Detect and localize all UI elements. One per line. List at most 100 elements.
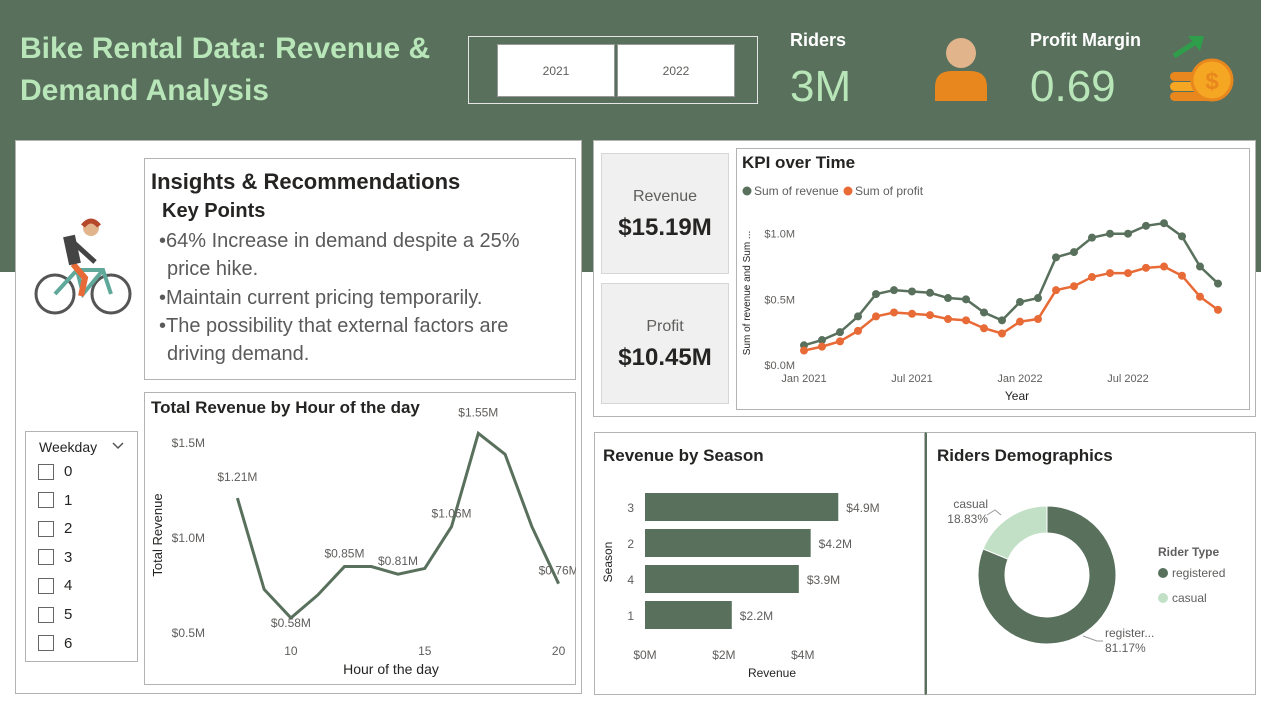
data-label: $3.9M xyxy=(807,573,840,587)
cyclist-icon xyxy=(34,218,132,315)
y-tick-label: $0.5M xyxy=(172,626,205,640)
weekday-option-6[interactable]: 6 xyxy=(38,635,72,652)
weekday-option-1[interactable]: 1 xyxy=(38,492,72,509)
data-point xyxy=(1124,229,1132,238)
data-label: $0.81M xyxy=(378,554,418,568)
data-point xyxy=(1142,263,1150,272)
bullet-mark: • xyxy=(159,315,167,337)
data-point xyxy=(944,294,952,303)
checkbox[interactable] xyxy=(38,606,54,623)
data-point xyxy=(872,290,880,299)
bullet-mark: • xyxy=(159,287,167,309)
x-axis-title: Hour of the day xyxy=(343,661,439,677)
insight-point-1-line-2: price hike. xyxy=(167,258,259,280)
data-point xyxy=(1070,282,1078,291)
data-point xyxy=(836,328,844,337)
data-point xyxy=(1034,294,1042,303)
weekday-option-5[interactable]: 5 xyxy=(38,606,72,623)
data-point xyxy=(1196,292,1204,301)
data-point xyxy=(980,324,988,333)
data-point xyxy=(1106,229,1114,238)
legend-marker-casual xyxy=(1158,593,1168,603)
insight-point-3-line-2: driving demand. xyxy=(167,343,310,365)
x-tick-label: Jul 2022 xyxy=(1107,373,1149,385)
riders-label: Riders xyxy=(790,30,847,50)
data-point xyxy=(1178,232,1186,241)
data-point xyxy=(962,295,970,304)
data-label: $0.58M xyxy=(271,616,311,630)
data-label: $4.2M xyxy=(819,537,852,551)
year-button-2021[interactable]: 2021 xyxy=(497,44,615,97)
revenue-line xyxy=(235,430,560,621)
bar-season-1 xyxy=(645,601,732,629)
arrow-shaft xyxy=(1172,39,1198,59)
data-point xyxy=(1106,269,1114,278)
bar-season-2 xyxy=(645,529,811,557)
weekday-option-0[interactable]: 0 xyxy=(38,463,72,480)
data-point xyxy=(872,312,880,321)
person-icon-head xyxy=(946,38,976,68)
legend-marker xyxy=(843,186,853,196)
y-axis-title: Sum of revenue and Sum ... xyxy=(742,231,753,356)
y-axis-title: Total Revenue xyxy=(150,493,165,576)
year-slicer: 2021 2022 xyxy=(468,36,758,104)
legend-marker-registered xyxy=(1158,568,1168,578)
data-point xyxy=(998,329,1006,338)
leader-line-registered xyxy=(1082,635,1103,642)
insight-point-3-line-1: The possibility that external factors ar… xyxy=(166,315,509,337)
person-icon xyxy=(935,38,987,101)
data-point xyxy=(1052,253,1060,262)
y-tick-label: 4 xyxy=(627,573,634,587)
data-label: $1.06M xyxy=(432,507,472,521)
insights-panel: Insights & Recommendations Key Points •6… xyxy=(144,158,576,380)
legend-label: Sum of profit xyxy=(855,184,924,198)
weekday-option-2[interactable]: 2 xyxy=(38,520,72,537)
data-label: $2.2M xyxy=(740,609,773,623)
data-label: $1.21M xyxy=(217,470,257,484)
y-axis-title: Season xyxy=(601,542,615,583)
checkbox[interactable] xyxy=(38,463,54,480)
checkbox[interactable] xyxy=(38,520,54,537)
insight-point-2-line-1: Maintain current pricing temporarily. xyxy=(166,287,483,309)
x-tick-label: 20 xyxy=(552,644,566,658)
legend-label: Sum of revenue xyxy=(754,184,839,198)
data-label-registered-pct: 81.17% xyxy=(1105,641,1146,655)
data-point xyxy=(962,316,970,325)
checkbox[interactable] xyxy=(38,577,54,594)
y-tick-label: 2 xyxy=(627,537,634,551)
year-button-2022[interactable]: 2022 xyxy=(617,44,735,97)
data-point xyxy=(800,346,808,355)
profit-margin-value: 0.69 xyxy=(1030,62,1116,111)
data-point xyxy=(818,342,826,351)
weekday-option-label: 3 xyxy=(64,548,73,566)
weekday-option-4[interactable]: 4 xyxy=(38,577,72,594)
revenue-card-value: $15.19M xyxy=(618,214,712,241)
weekday-option-label: 6 xyxy=(64,634,73,652)
data-point xyxy=(908,287,916,296)
data-point xyxy=(1196,262,1204,271)
demographics-chart: register...81.17%casual18.83%Rider Typer… xyxy=(947,497,1225,655)
dashboard-title: Bike Rental Data: Revenue & Demand Analy… xyxy=(20,32,431,107)
data-point xyxy=(1016,297,1024,306)
profit-margin-label: Profit Margin xyxy=(1030,30,1141,50)
weekday-option-3[interactable]: 3 xyxy=(38,549,72,566)
data-point xyxy=(1160,262,1168,271)
data-label: $1.55M xyxy=(458,405,498,419)
data-point xyxy=(1214,305,1222,314)
checkbox[interactable] xyxy=(38,492,54,509)
data-point xyxy=(908,309,916,318)
bullet-mark: • xyxy=(159,230,167,252)
revenue-card: Revenue $15.19M xyxy=(601,153,729,274)
chevron-down-icon[interactable] xyxy=(112,441,124,451)
x-tick-label: Jul 2021 xyxy=(891,373,933,385)
checkbox[interactable] xyxy=(38,635,54,652)
data-point xyxy=(890,286,898,295)
riders-value: 3M xyxy=(790,62,852,111)
y-tick-label: $0.0M xyxy=(764,360,795,372)
profit-card-value: $10.45M xyxy=(618,344,712,371)
data-point xyxy=(1214,279,1222,288)
data-point xyxy=(854,312,862,321)
checkbox[interactable] xyxy=(38,549,54,566)
weekday-option-label: 0 xyxy=(64,463,73,480)
data-point xyxy=(1016,317,1024,326)
